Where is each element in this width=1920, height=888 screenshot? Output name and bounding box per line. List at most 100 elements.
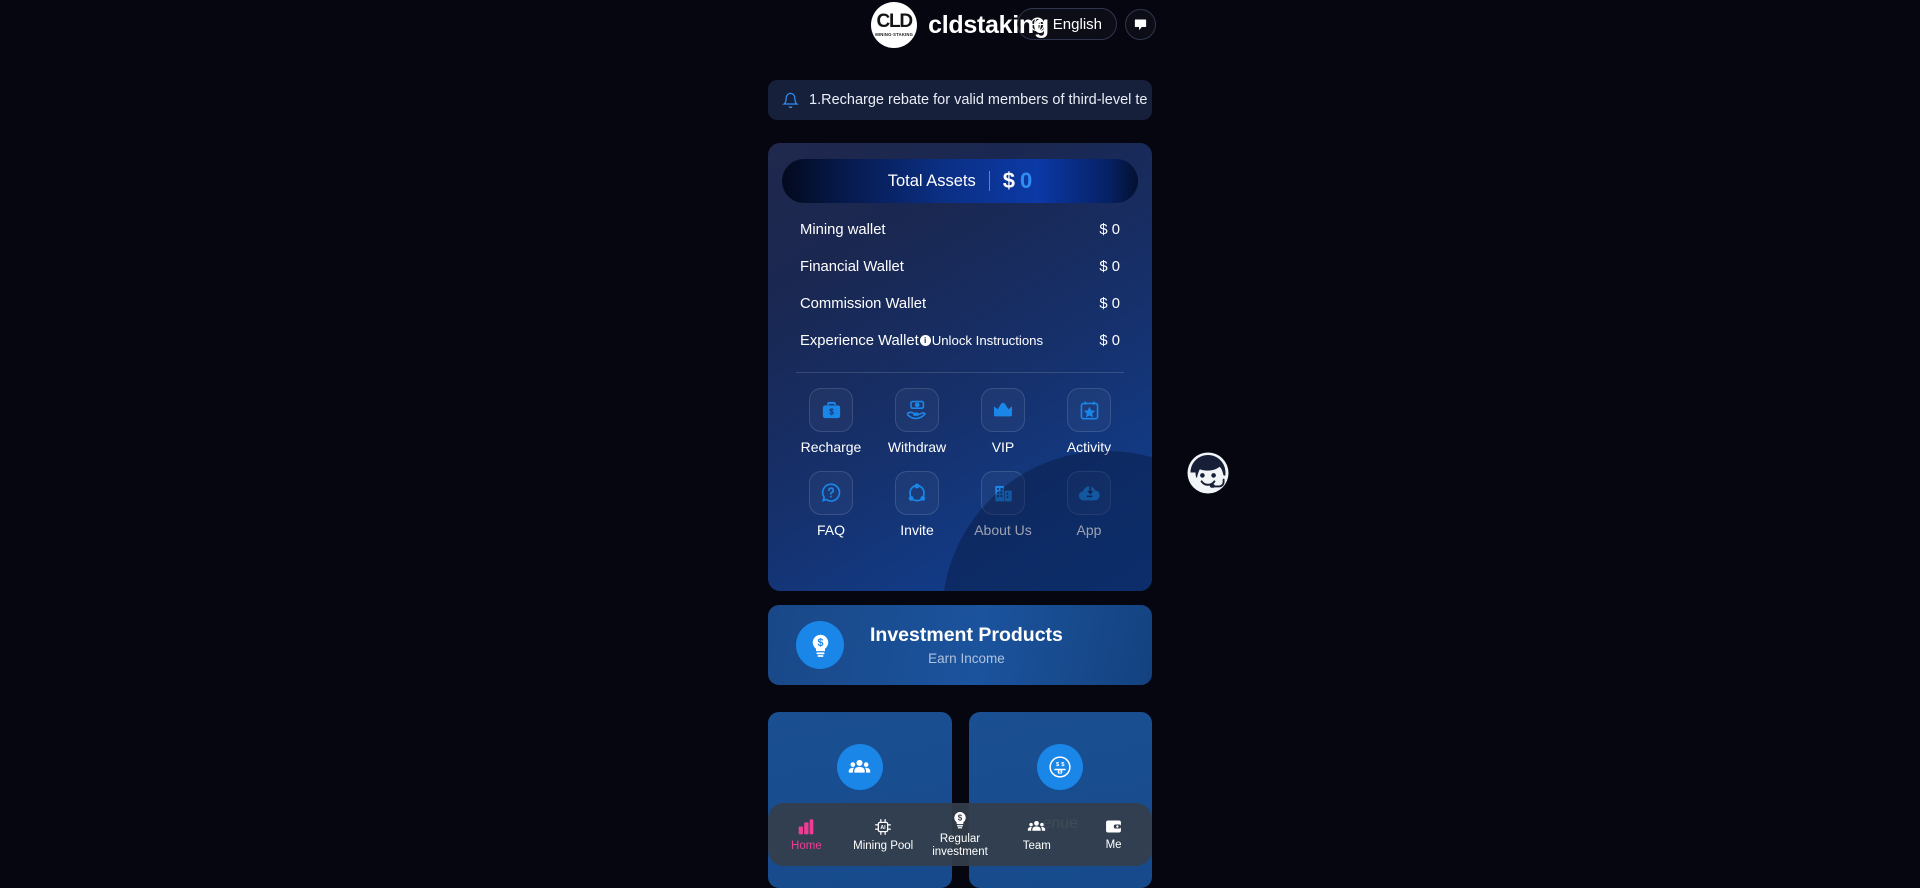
shortcut-recharge[interactable]: $ Recharge [788,388,874,455]
svg-text:AI: AI [881,825,887,831]
wallet-name: Commission Wallet [800,295,927,312]
panel-divider [796,372,1124,373]
calendar-star-icon [1078,399,1101,422]
total-assets-currency: $ [1002,168,1016,193]
briefcase-dollar-icon: $ [820,399,843,422]
header-actions: English [1016,8,1156,40]
investment-products-card[interactable]: $ Investment Products Earn Income [768,605,1152,685]
svg-text:$: $ [958,814,963,823]
shortcut-vip[interactable]: VIP [960,388,1046,455]
nav-label: Regular investment [932,833,988,858]
wallet-value: $ 0 [1099,258,1120,275]
total-assets-amount: $ 0 [1003,168,1033,194]
investment-icon-wrap: $ [796,621,844,669]
wallet-row[interactable]: Mining wallet $ 0 [768,211,1152,248]
shortcut-label: About Us [974,522,1032,538]
shortcut-label: Activity [1066,439,1112,455]
chat-button[interactable] [1125,8,1156,40]
shortcut-icon-box [809,471,853,515]
shortcut-invite[interactable]: Invite [874,471,960,538]
investment-subtitle: Earn Income [928,651,1005,666]
nav-item-team[interactable]: Team [998,803,1075,866]
shortcut-icon-box: $ [809,388,853,432]
shortcut-label: FAQ [816,522,845,538]
wallet-row[interactable]: Experience Wallet i Unlock Instructions $ … [768,322,1152,359]
nav-label: Me [1105,839,1122,852]
unlock-instructions-link[interactable]: Unlock Instructions [932,333,1043,348]
app-header: CLD MINING·STAKING cldstaking English [0,0,1920,50]
investment-texts: Investment Products Earn Income [870,624,1063,666]
nav-item-mining-pool[interactable]: AI Mining Pool [845,803,922,866]
wallet-row[interactable]: Commission Wallet $ 0 [768,285,1152,322]
total-assets-value: 0 [1020,168,1033,193]
language-label: English [1052,15,1102,33]
shortcut-label: App [1076,522,1102,538]
brand-logo-subtext: MINING·STAKING [875,32,914,38]
headset-avatar-icon [1180,445,1236,501]
wallet-name-text: Experience Wallet [800,332,919,349]
customer-service-button[interactable] [1180,445,1236,501]
shortcut-icon-box [981,471,1025,515]
money-face-icon: $ $ $ [1047,754,1073,780]
shortcut-icon-box [981,388,1025,432]
language-selector[interactable]: English [1016,8,1117,40]
wallet-name: Financial Wallet [800,258,904,275]
shortcut-about-us[interactable]: About Us [960,471,1046,538]
nav-item-me[interactable]: Me [1075,803,1152,866]
shortcut-label: Withdraw [887,439,947,455]
wallet-list: Mining wallet $ 0 Financial Wallet $ 0 C… [768,211,1152,359]
bottom-navigation: Home AI Mining Pool $ Regular investment… [768,803,1152,866]
share-nodes-icon [905,481,929,505]
crown-icon [991,398,1015,422]
wallet-name: Experience Wallet i Unlock Instructions [800,333,1043,349]
shortcut-withdraw[interactable]: Withdraw [874,388,960,455]
shortcut-label: Recharge [800,439,862,455]
shortcut-activity[interactable]: Activity [1046,388,1132,455]
people-group-icon [1026,816,1047,837]
total-assets-label: Total Assets [887,171,976,190]
info-icon[interactable]: i [919,335,931,346]
shortcut-icon-box [895,388,939,432]
home-chart-icon [796,817,816,837]
team-card-icon-wrap [836,744,883,790]
revenue-card-icon-wrap: $ $ $ [1037,744,1084,790]
notice-text: 1.Recharge rebate for valid members of t… [809,92,1148,108]
chat-bubble-icon [1133,17,1148,32]
shortcut-icon-box [1067,471,1111,515]
nav-label: Team [1022,840,1051,853]
hand-money-icon [905,398,929,422]
shortcut-icon-box [1067,388,1111,432]
cloud-download-icon [1077,481,1102,506]
svg-text:$: $ [829,407,834,416]
wallet-row[interactable]: Financial Wallet $ 0 [768,248,1152,285]
building-icon [992,482,1015,505]
globe-icon [1029,16,1046,33]
wallet-value: $ 0 [1099,295,1120,312]
wallet-icon [1104,817,1123,836]
notice-banner[interactable]: 1.Recharge rebate for valid members of t… [768,80,1152,120]
ai-chip-icon: AI [873,817,893,837]
lightbulb-dollar-icon: $ [950,810,970,830]
wallet-value: $ 0 [1099,332,1120,349]
shortcut-icon-box [895,471,939,515]
app-root: CLD MINING·STAKING cldstaking English 1.… [0,0,1920,888]
brand-logo-text: CLD [876,11,913,33]
shortcut-faq[interactable]: FAQ [788,471,874,538]
svg-text:$: $ [1056,762,1060,768]
total-assets-bar: Total Assets $ 0 [782,159,1138,203]
question-bubble-icon [819,481,843,505]
assets-panel: Total Assets $ 0 Mining wallet $ 0 Finan… [768,143,1152,591]
svg-text:$: $ [1062,762,1066,768]
lightbulb-dollar-icon: $ [807,632,834,659]
nav-label: Mining Pool [853,839,914,852]
shortcut-app[interactable]: App [1046,471,1132,538]
bell-icon [782,92,799,109]
wallet-value: $ 0 [1099,221,1120,238]
shortcut-label: Invite [900,522,934,538]
people-group-icon [847,755,872,780]
nav-item-home[interactable]: Home [768,803,845,866]
brand-logo-icon: CLD MINING·STAKING [871,2,918,48]
shortcut-label: VIP [991,439,1015,455]
nav-item-regular-investment[interactable]: $ Regular investment [922,803,999,866]
svg-text:$: $ [817,637,823,649]
